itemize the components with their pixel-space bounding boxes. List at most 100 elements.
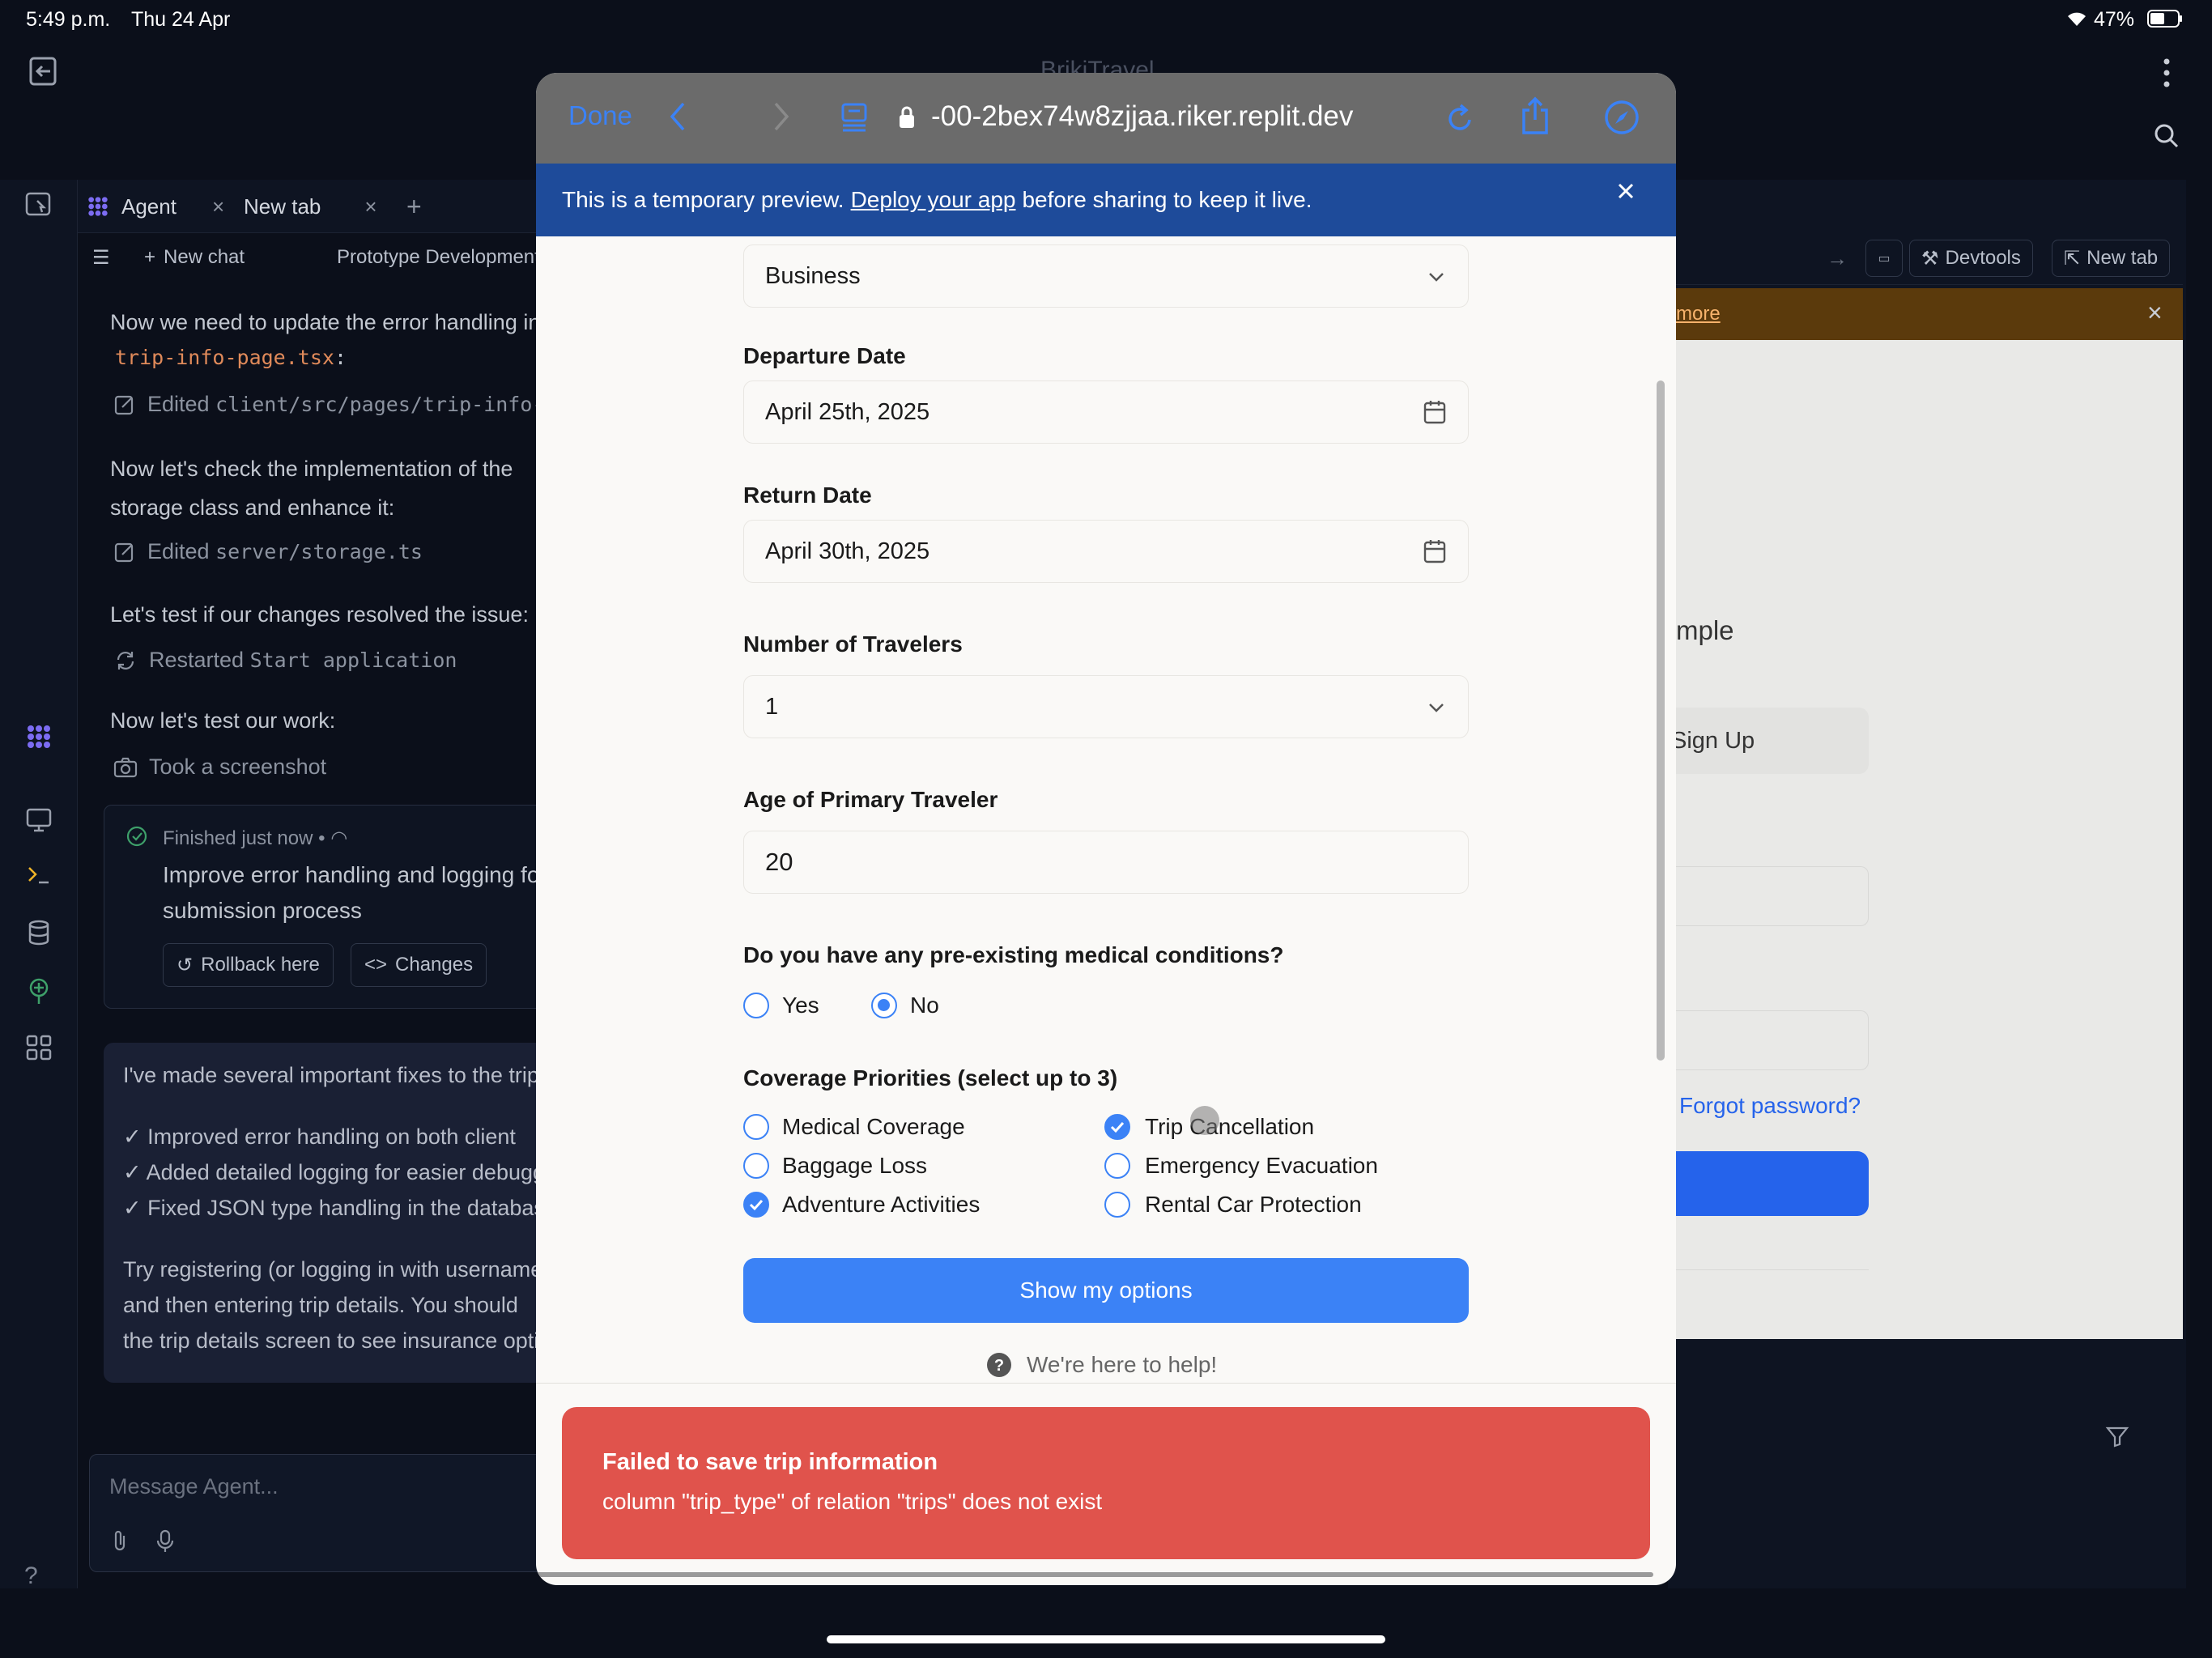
- age-input[interactable]: 20: [743, 831, 1469, 894]
- chat-list-icon[interactable]: ☰: [92, 235, 110, 280]
- scrollbar[interactable]: [1657, 380, 1665, 1061]
- edit-icon: [113, 393, 136, 416]
- close-icon[interactable]: ×: [364, 194, 376, 219]
- search-icon[interactable]: [2154, 123, 2180, 149]
- microphone-icon[interactable]: [155, 1529, 176, 1554]
- lock-icon: [897, 105, 917, 130]
- database-icon[interactable]: [24, 918, 53, 947]
- coverage-option-label: Adventure Activities: [782, 1192, 981, 1217]
- coverage-checkbox[interactable]: [1104, 1192, 1130, 1218]
- departure-label: Departure Date: [743, 343, 906, 368]
- departure-date-field[interactable]: April 25th, 2025: [743, 380, 1469, 444]
- medical-no-radio[interactable]: [871, 993, 897, 1018]
- activity-label: Took a screenshot: [149, 755, 327, 779]
- apps-grid-icon[interactable]: [24, 1033, 53, 1062]
- coverage-checkbox[interactable]: [743, 1153, 769, 1179]
- summary-line: ✓ Improved error handling on both client: [123, 1124, 516, 1149]
- coverage-checkbox[interactable]: [743, 1114, 769, 1140]
- add-tab-icon[interactable]: +: [406, 180, 422, 233]
- deploy-icon[interactable]: [24, 976, 53, 1005]
- activity-item[interactable]: Edited server/storage.ts: [113, 539, 423, 564]
- coverage-checkbox[interactable]: [1104, 1153, 1130, 1179]
- rollback-button[interactable]: ↺ Rollback here: [163, 943, 334, 987]
- password-field[interactable]: [1668, 1010, 1869, 1070]
- activity-item[interactable]: Took a screenshot: [113, 755, 326, 780]
- select-value: 1: [765, 693, 779, 720]
- sign-up-tab[interactable]: Sign Up: [1668, 708, 1869, 774]
- wifi-icon: [2065, 8, 2089, 28]
- trip-type-select[interactable]: Business: [743, 244, 1469, 308]
- share-icon[interactable]: [1519, 96, 1551, 136]
- message-input[interactable]: Message Agent...: [89, 1454, 583, 1572]
- attach-icon[interactable]: [109, 1529, 130, 1554]
- input-value: 20: [765, 848, 793, 876]
- checkpoint-title: Improve error handling and logging for s…: [163, 857, 547, 929]
- divider: [1668, 1269, 1869, 1270]
- compass-icon[interactable]: [1603, 99, 1640, 136]
- message-text: storage class and enhance it:: [110, 495, 395, 520]
- devtools-button[interactable]: ⚒ Devtools: [1909, 240, 2033, 277]
- sidebar-toggle-icon[interactable]: [24, 189, 53, 219]
- edit-icon: [113, 541, 136, 563]
- banner-text: This is a temporary preview.: [562, 187, 844, 212]
- new-tab-button[interactable]: ⇱ New tab: [2052, 240, 2171, 277]
- status-bar: 5:49 p.m. Thu 24 Apr 47%: [0, 0, 2212, 39]
- new-chat-label: New chat: [164, 246, 245, 268]
- close-icon[interactable]: [1616, 181, 1636, 201]
- select-value: Business: [765, 262, 861, 289]
- checkpoint-card: Finished just now • ◠ Improve error hand…: [104, 805, 589, 1009]
- monitor-icon[interactable]: ▭: [1865, 240, 1903, 277]
- medical-no-label: No: [910, 993, 939, 1018]
- forward-icon[interactable]: [771, 100, 792, 133]
- tab-new-tab[interactable]: New tab ×: [244, 180, 377, 233]
- battery-icon: [2147, 10, 2183, 28]
- help-icon[interactable]: ?: [24, 1562, 53, 1592]
- coverage-option-label: Medical Coverage: [782, 1114, 965, 1139]
- project-name: Prototype Development: [337, 246, 536, 268]
- help-text: We're here to help!: [1027, 1352, 1218, 1377]
- error-toast[interactable]: Failed to save trip information column "…: [562, 1407, 1650, 1559]
- webview-toolbar: → ▭ ⚒ Devtools ⇱ New tab: [1668, 235, 2183, 285]
- arrow-right-icon[interactable]: →: [1827, 246, 1848, 271]
- checkpoint-status: Finished just now • ◠: [163, 827, 348, 849]
- show-options-button[interactable]: Show my options: [743, 1258, 1469, 1323]
- chevron-down-icon: [1426, 694, 1447, 721]
- close-icon[interactable]: ×: [212, 194, 224, 219]
- chat-message: Now let's test our work:: [110, 708, 336, 733]
- filter-icon[interactable]: [2105, 1425, 2129, 1448]
- help-row[interactable]: ? We're here to help!: [986, 1352, 1217, 1378]
- preview-page: mple Sign Up Forgot password?: [1668, 340, 2183, 1339]
- code-icon: <>: [364, 954, 388, 976]
- exit-icon[interactable]: [26, 53, 62, 89]
- deploy-link[interactable]: Deploy your app: [851, 187, 1016, 213]
- webview-icon[interactable]: [24, 805, 53, 834]
- login-button[interactable]: [1668, 1151, 1869, 1216]
- summary-line: the trip details screen to see insurance…: [123, 1329, 574, 1353]
- back-icon[interactable]: [667, 100, 688, 133]
- new-chat-button[interactable]: + New chat: [144, 235, 245, 280]
- more-vertical-icon[interactable]: [2160, 57, 2173, 89]
- travelers-select[interactable]: 1: [743, 675, 1469, 738]
- medical-yes-radio[interactable]: [743, 993, 769, 1018]
- chevron-down-icon: [1426, 263, 1447, 291]
- reload-icon[interactable]: [1444, 102, 1475, 134]
- url-bar[interactable]: -00-2bex74w8zjjaa.riker.replit.dev: [931, 100, 1353, 133]
- forgot-password-link[interactable]: Forgot password?: [1679, 1093, 1861, 1119]
- home-indicator[interactable]: [827, 1635, 1385, 1643]
- return-date-field[interactable]: April 30th, 2025: [743, 520, 1469, 583]
- console-icon[interactable]: [24, 860, 53, 889]
- done-button[interactable]: Done: [568, 100, 632, 131]
- coverage-checkbox[interactable]: [743, 1192, 769, 1218]
- coverage-checkbox[interactable]: [1104, 1114, 1130, 1140]
- activity-item[interactable]: Restarted Start application: [113, 648, 457, 673]
- tab-label: Agent: [121, 193, 177, 219]
- username-field[interactable]: [1668, 866, 1869, 926]
- tab-agent[interactable]: Agent ×: [86, 180, 224, 233]
- agent-icon[interactable]: [24, 722, 53, 751]
- camera-icon: [113, 756, 138, 779]
- changes-button[interactable]: <> Changes: [351, 943, 487, 987]
- learn-more-link[interactable]: more: [1676, 303, 1721, 325]
- title-line: submission process: [163, 898, 362, 923]
- reader-icon[interactable]: [840, 102, 868, 133]
- close-icon[interactable]: ×: [2147, 298, 2163, 328]
